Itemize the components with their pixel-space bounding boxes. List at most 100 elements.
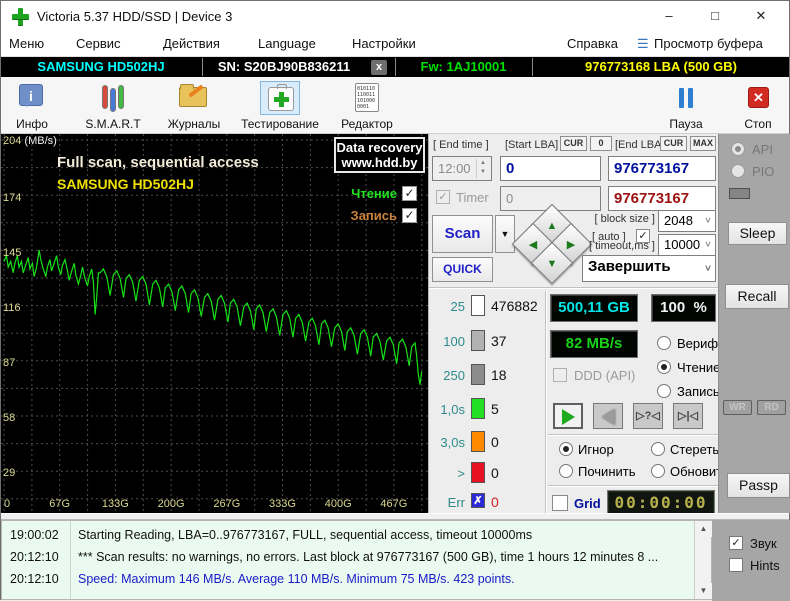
maximize-button[interactable]: □ xyxy=(692,1,738,31)
stat-color-box xyxy=(471,330,485,351)
y-tick-label: 58 xyxy=(3,411,16,424)
scan-dropdown-button[interactable]: ▼ xyxy=(495,215,515,253)
stat-color-box xyxy=(471,431,485,452)
start-lba-label: [Start LBA] xyxy=(505,139,559,151)
end-time-spinner[interactable]: 12:00 ▲ ▼ xyxy=(432,156,492,181)
read-radio[interactable] xyxy=(657,360,671,374)
stat-label: 1,0s xyxy=(440,402,465,417)
log-scrollbar[interactable]: ▲ ▼ xyxy=(694,521,712,599)
grid-checkbox[interactable] xyxy=(552,495,568,511)
y-tick-label: 174 xyxy=(3,191,22,204)
error-x-icon: ✗ xyxy=(471,493,485,508)
pio-label: PIO xyxy=(752,164,775,179)
end-lba-label: [End LBA] xyxy=(615,139,665,151)
divider xyxy=(429,287,719,289)
scroll-down-icon[interactable]: ▼ xyxy=(695,583,712,599)
stat-label: > xyxy=(457,466,465,481)
sound-checkbox[interactable]: ✓ xyxy=(729,536,743,550)
ddd-label: DDD (API) xyxy=(574,368,636,383)
finish-action-select[interactable]: Завершить ˅ xyxy=(582,255,716,282)
graph-read-checkbox[interactable]: ✓ xyxy=(402,186,417,201)
menu-actions[interactable]: Действия xyxy=(163,36,220,51)
play-back-button[interactable] xyxy=(593,403,623,429)
erase-radio[interactable] xyxy=(651,442,665,456)
timeout-select[interactable]: 10000 ˅ xyxy=(658,234,716,256)
menu-service[interactable]: Сервис xyxy=(76,36,121,51)
device-serial: SN: S20BJ90B836211 xyxy=(217,59,351,74)
editor-button[interactable]: 010110 110011 101000 0001 Редактор xyxy=(335,81,399,131)
testing-button[interactable]: Тестирование xyxy=(233,81,327,131)
menu-language[interactable]: Language xyxy=(258,36,316,51)
play-forward-button[interactable] xyxy=(553,403,583,429)
wr-button[interactable]: WR xyxy=(723,400,752,415)
start-lba-input[interactable]: 0 xyxy=(500,156,601,181)
scroll-up-icon[interactable]: ▲ xyxy=(695,521,712,537)
pause-icon xyxy=(666,81,706,115)
end-lba-input2[interactable]: 976773167 xyxy=(608,186,716,211)
window-title: Victoria 5.37 HDD/SSD | Device 3 xyxy=(37,9,233,24)
write-label: Запись xyxy=(677,384,720,399)
device-tab-close-icon[interactable]: x xyxy=(371,60,387,75)
info-button[interactable]: i Инфо xyxy=(7,81,57,131)
app-window: Victoria 5.37 HDD/SSD | Device 3 – □ ✕ М… xyxy=(0,0,790,601)
recall-button[interactable]: Recall xyxy=(725,284,789,309)
pio-radio[interactable] xyxy=(731,164,745,178)
stat-count: 0 xyxy=(491,494,499,510)
binary-sheet-icon: 010110 110011 101000 0001 xyxy=(347,81,387,115)
stat-label: 3,0s xyxy=(440,435,465,450)
first-aid-icon xyxy=(260,81,300,115)
stat-label: 100 xyxy=(443,334,465,349)
end-lba-max-button[interactable]: MAX xyxy=(690,136,716,151)
graph-write-label: Запись xyxy=(350,208,397,223)
api-radio[interactable] xyxy=(731,142,745,156)
x-tick-label: 400G xyxy=(324,498,352,510)
smart-button[interactable]: S.M.A.R.T xyxy=(77,81,149,131)
passp-button[interactable]: Passp xyxy=(727,473,790,498)
x-tick-label: 467G xyxy=(380,498,408,510)
title-bar: Victoria 5.37 HDD/SSD | Device 3 – □ ✕ xyxy=(1,1,789,31)
menu-settings[interactable]: Настройки xyxy=(352,36,416,51)
toolbar: i Инфо S.M.A.R.T Журналы Тестирование 01… xyxy=(1,77,789,134)
status-indicator xyxy=(729,188,750,199)
watermark-line2: www.hdd.by xyxy=(341,155,418,170)
write-radio[interactable] xyxy=(657,384,671,398)
journals-button[interactable]: Журналы xyxy=(159,81,229,131)
speed-graph: 204 (MB/s) 174 145 116 87 58 29 0 67G 133G 200G 26… xyxy=(1,134,428,513)
ignore-label: Игнор xyxy=(578,442,614,457)
start-lba-cur-button[interactable]: CUR xyxy=(560,136,587,151)
end-lba-cur-button[interactable]: CUR xyxy=(660,136,687,151)
menu-help[interactable]: Справка xyxy=(567,36,618,51)
stat-color-box xyxy=(471,462,485,483)
refresh-radio[interactable] xyxy=(651,464,665,478)
repair-radio[interactable] xyxy=(559,464,573,478)
close-button[interactable]: ✕ xyxy=(738,1,784,31)
end-lba-input[interactable]: 976773167 xyxy=(608,156,716,181)
capacity-lcd: 500,11 GB xyxy=(550,294,638,322)
block-size-select[interactable]: 2048 ˅ xyxy=(658,210,716,232)
scan-button[interactable]: Scan xyxy=(432,215,493,253)
start-lba-zero-button[interactable]: 0 xyxy=(590,136,612,151)
menu-buffer-view[interactable]: Просмотр буфера xyxy=(654,36,763,51)
device-model[interactable]: SAMSUNG HD502HJ xyxy=(1,57,201,77)
x-tick-label: 200G xyxy=(157,498,185,510)
stop-button[interactable]: ✕ Стоп xyxy=(733,81,783,131)
ignore-radio[interactable] xyxy=(559,442,573,456)
right-sidebar: API PIO Sleep Recall WR RD Passp xyxy=(718,134,790,513)
quick-button[interactable]: QUICK xyxy=(432,257,493,282)
ddd-checkbox[interactable] xyxy=(553,368,567,382)
minimize-button[interactable]: – xyxy=(646,1,692,31)
timer-checkbox[interactable]: ✓ xyxy=(436,190,450,204)
seek-end-button[interactable]: ▷|◁ xyxy=(673,403,703,429)
pause-button[interactable]: Пауза xyxy=(661,81,711,131)
menu-menu[interactable]: Меню xyxy=(9,36,44,51)
seek-question-button[interactable]: ▷?◁ xyxy=(633,403,663,429)
y-tick-label: 87 xyxy=(3,356,16,369)
rd-button[interactable]: RD xyxy=(757,400,786,415)
sleep-button[interactable]: Sleep xyxy=(728,222,787,245)
stat-count: 37 xyxy=(491,333,507,349)
stat-color-box xyxy=(471,398,485,419)
divider[interactable] xyxy=(1,513,789,520)
graph-write-checkbox[interactable]: ✓ xyxy=(402,208,417,223)
verify-radio[interactable] xyxy=(657,336,671,350)
hints-checkbox[interactable] xyxy=(729,558,743,572)
